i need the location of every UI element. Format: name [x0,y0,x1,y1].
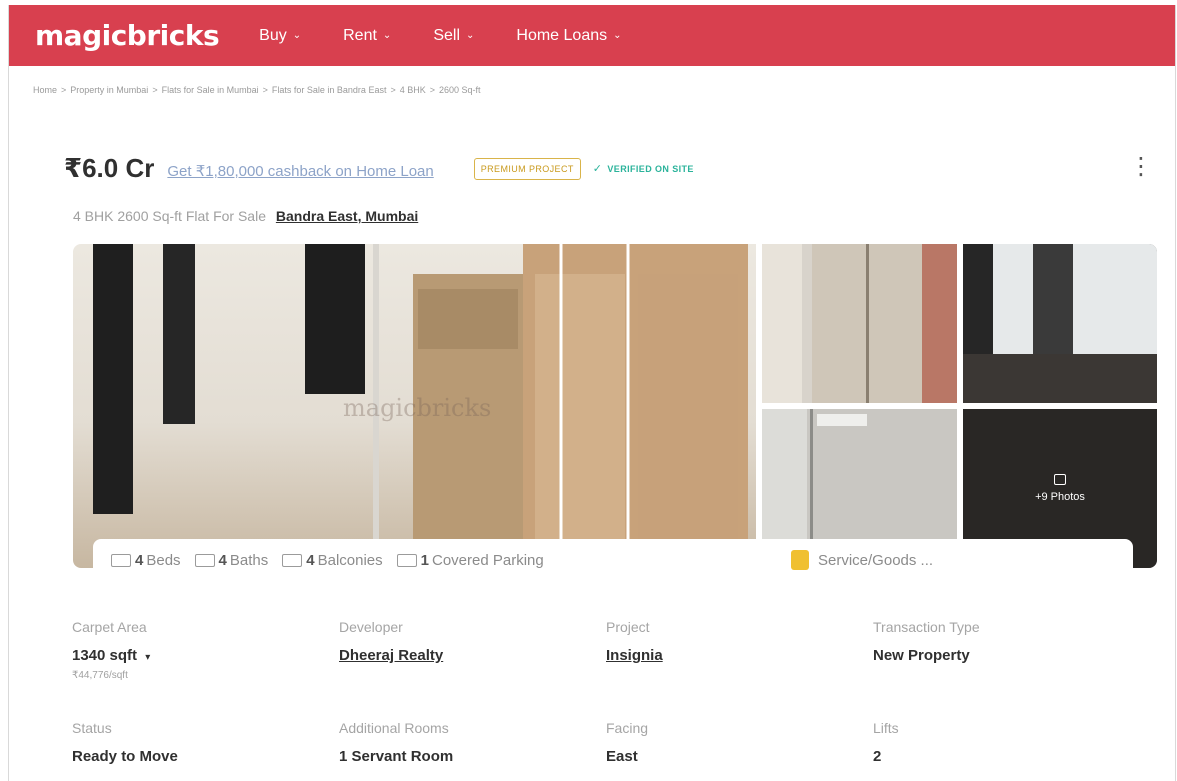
chevron-down-icon: ⌄ [382,30,392,41]
amenity-baths: 4 Baths [194,551,269,569]
balconies-count: 4 [306,551,315,569]
detail-additional-rooms: Additional Rooms 1 Servant Room [339,720,599,765]
detail-label: Facing [606,720,649,736]
balconies-label: Balconies [317,551,383,569]
nav-home-loans-label: Home Loans [516,26,608,44]
listing-description: 4 BHK 2600 Sq-ft Flat For Sale [73,208,266,224]
thumbnail-photo-1[interactable] [762,244,957,403]
image-icon [1054,474,1066,485]
verified-badge: ✓ VERIFIED ON SITE [593,162,694,175]
breadcrumb-separator: > [390,85,396,95]
detail-label: Status [72,720,112,736]
cashback-link[interactable]: Get ₹1,80,000 cashback on Home Loan [167,162,433,180]
breadcrumb-home[interactable]: Home [33,85,57,95]
breadcrumb-property-mumbai[interactable]: Property in Mumbai [70,85,148,95]
detail-carpet-area: Carpet Area 1340 sqft ▾ ₹44,776/sqft [72,619,332,681]
bed-icon [111,553,131,567]
nav-buy-label: Buy [259,26,287,44]
parking-count: 1 [420,551,429,569]
page: magicbricks Buy ⌄ Rent ⌄ Sell ⌄ Home Loa… [8,5,1176,781]
beds-count: 4 [135,551,144,569]
beds-label: Beds [146,551,181,569]
carpet-area-dropdown[interactable]: 1340 sqft ▾ [72,647,332,664]
bath-icon [194,553,215,567]
facing-value: East [606,748,638,765]
watermark: magicbricks [343,394,492,422]
carpet-area-value: 1340 sqft [72,647,138,664]
breadcrumb-separator: > [61,85,67,95]
project-link[interactable]: Insignia [606,647,866,664]
nav-sell[interactable]: Sell ⌄ [433,27,474,45]
detail-label: Lifts [873,720,899,736]
location-link[interactable]: Bandra East, Mumbai [276,208,418,224]
detail-status: Status Ready to Move [72,720,332,765]
nav-buy[interactable]: Buy ⌄ [259,27,301,45]
status-value: Ready to Move [72,748,178,765]
breadcrumb-flats-bandra-east[interactable]: Flats for Sale in Bandra East [272,85,387,95]
breadcrumb-area: 2600 Sq-ft [439,85,481,95]
breadcrumb: Home > Property in Mumbai > Flats for Sa… [33,85,481,95]
breadcrumb-4bhk[interactable]: 4 BHK [400,85,426,95]
amenity-beds: 4 Beds [111,552,181,569]
breadcrumb-separator: > [429,85,435,95]
detail-label: Project [606,619,650,635]
baths-count: 4 [218,551,227,569]
detail-facing: Facing East [606,720,866,765]
price-per-sqft: ₹44,776/sqft [72,670,128,681]
property-price: ₹6.0 Cr [64,153,155,183]
amenity-parking: 1 Covered Parking [396,551,544,569]
top-navbar: magicbricks Buy ⌄ Rent ⌄ Sell ⌄ Home Loa… [9,5,1175,66]
baths-label: Baths [229,551,269,569]
more-photos-label: +9 Photos [1035,491,1085,503]
breadcrumb-separator: > [152,85,158,95]
thumbnail-scene [963,244,1157,403]
premium-project-badge: PREMIUM PROJECT [473,157,581,180]
price-row: ₹6.0 Cr Get ₹1,80,000 cashback on Home L… [64,153,694,184]
main-photo[interactable]: magicbricks [73,244,756,568]
nav-rent-label: Rent [343,26,377,44]
listing-subtitle: 4 BHK 2600 Sq-ft Flat For Sale Bandra Ea… [73,208,418,224]
verified-label: VERIFIED ON SITE [607,163,694,174]
photo-gallery: magicbricks +9 Photos [73,244,1157,568]
additional-rooms-value: 1 Servant Room [339,748,454,765]
chevron-down-icon: ▾ [145,652,151,663]
detail-label: Additional Rooms [339,720,449,736]
chevron-down-icon: ⌄ [292,30,302,41]
amenities-bar: 4 Beds 4 Baths 4 Balconies 1 Covered Par… [93,539,1133,581]
thumbnail-photo-2[interactable] [963,244,1157,403]
service-label: Service/Goods ... [818,551,934,569]
breadcrumb-flats-mumbai[interactable]: Flats for Sale in Mumbai [162,85,259,95]
service-lift-icon [791,550,809,570]
more-options-icon[interactable]: ⋮ [1129,155,1153,179]
breadcrumb-separator: > [262,85,268,95]
lifts-value: 2 [873,748,882,765]
nav-home-loans[interactable]: Home Loans ⌄ [516,27,621,45]
thumbnail-scene [762,244,957,403]
chevron-down-icon: ⌄ [613,30,622,41]
detail-lifts: Lifts 2 [873,720,1133,765]
amenity-balconies: 4 Balconies [282,551,383,569]
detail-project: Project Insignia [606,619,866,664]
chevron-down-icon: ⌄ [466,30,475,41]
check-icon: ✓ [592,163,603,175]
magicbricks-logo[interactable]: magicbricks [35,19,220,52]
balcony-icon [282,553,303,567]
amenity-service-goods[interactable]: Service/Goods ... [791,550,933,570]
detail-transaction-type: Transaction Type New Property [873,619,1133,664]
detail-developer: Developer Dheeraj Realty [339,619,599,664]
nav-rent[interactable]: Rent ⌄ [343,27,391,45]
detail-label: Transaction Type [873,619,980,635]
transaction-value: New Property [873,647,970,664]
developer-link[interactable]: Dheeraj Realty [339,647,599,664]
parking-label: Covered Parking [431,551,544,569]
detail-label: Developer [339,619,403,635]
detail-label: Carpet Area [72,619,147,635]
nav-sell-label: Sell [433,26,460,44]
car-icon [396,553,417,567]
